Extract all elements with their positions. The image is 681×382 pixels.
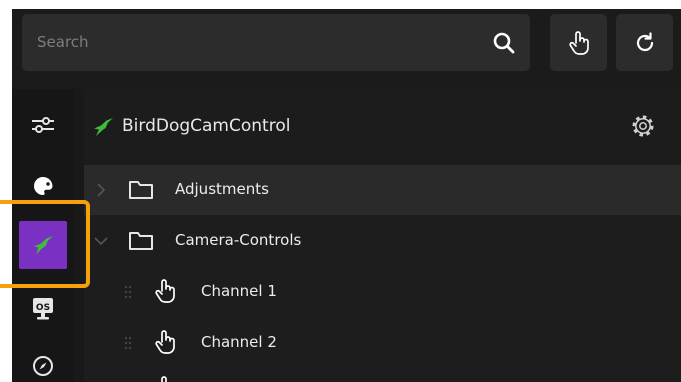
action-tree: BirdDogCamControl Adjustments Camera-Con… <box>84 89 681 382</box>
palette-icon <box>33 177 53 195</box>
chevron-down-icon[interactable] <box>94 236 108 246</box>
hand-pointer-icon <box>155 330 175 354</box>
refresh-icon <box>636 31 653 51</box>
sidebar-item-os[interactable]: OS <box>19 285 67 333</box>
top-bar: Search <box>12 9 681 89</box>
tree-item-label: Camera-Controls <box>175 231 302 249</box>
search-placeholder: Search <box>37 33 89 51</box>
app-window: Search OS BirdDogCamControl Adjustments … <box>12 9 681 382</box>
bird-icon <box>94 118 113 136</box>
gear-icon[interactable] <box>629 112 657 140</box>
chevron-right-icon[interactable] <box>96 183 106 197</box>
tree-item-channel-2[interactable]: Channel 2 <box>84 318 681 368</box>
search-input[interactable]: Search <box>22 14 530 71</box>
tree-item-label: Channel 2 <box>201 333 277 351</box>
highlight-callout <box>0 200 90 288</box>
sliders-icon <box>32 117 54 133</box>
drag-handle-icon[interactable] <box>124 335 132 351</box>
tree-item-channel-1[interactable]: Channel 1 <box>84 267 681 317</box>
sidebar-item-adjustments[interactable] <box>19 101 67 149</box>
tree-item-label: Adjustments <box>175 180 269 198</box>
hand-pointer-icon <box>161 376 167 382</box>
tree-item-adjustments[interactable]: Adjustments <box>84 165 681 215</box>
tree-item-camera-controls[interactable]: Camera-Controls <box>84 216 681 266</box>
sidebar-item-navigate[interactable] <box>19 342 67 382</box>
compass-icon <box>33 356 53 376</box>
hand-pointer-icon <box>568 30 589 55</box>
touch-button[interactable] <box>550 14 607 71</box>
refresh-button[interactable] <box>616 14 673 71</box>
tree-header: BirdDogCamControl <box>84 89 681 165</box>
folder-icon <box>129 181 153 199</box>
search-icon[interactable] <box>492 31 516 55</box>
svg-text:OS: OS <box>36 303 50 313</box>
drag-handle-icon[interactable] <box>124 284 132 300</box>
folder-icon <box>129 232 153 250</box>
plugin-title: BirdDogCamControl <box>122 116 291 136</box>
os-monitor-icon: OS <box>33 298 53 320</box>
hand-pointer-icon <box>155 279 175 303</box>
tree-item-label: Channel 1 <box>201 282 277 300</box>
